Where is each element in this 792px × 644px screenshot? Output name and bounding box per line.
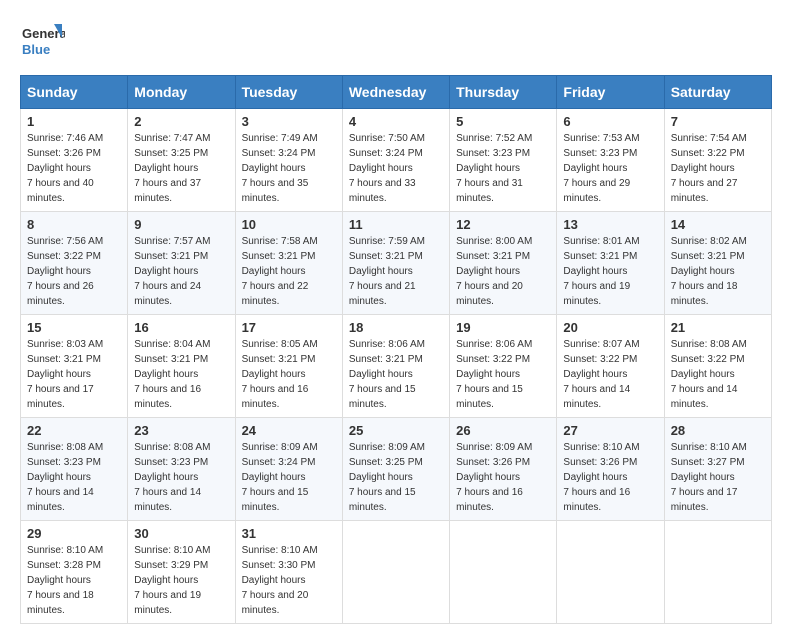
weekday-header-cell: Friday [557, 76, 664, 109]
calendar-day-cell: 30 Sunrise: 8:10 AM Sunset: 3:29 PM Dayl… [128, 521, 235, 624]
weekday-header-cell: Wednesday [342, 76, 449, 109]
calendar-day-cell: 18 Sunrise: 8:06 AM Sunset: 3:21 PM Dayl… [342, 315, 449, 418]
calendar-day-cell: 8 Sunrise: 7:56 AM Sunset: 3:22 PM Dayli… [21, 212, 128, 315]
calendar-week-row: 15 Sunrise: 8:03 AM Sunset: 3:21 PM Dayl… [21, 315, 772, 418]
calendar-day-cell [450, 521, 557, 624]
calendar-table: SundayMondayTuesdayWednesdayThursdayFrid… [20, 75, 772, 624]
calendar-day-cell: 24 Sunrise: 8:09 AM Sunset: 3:24 PM Dayl… [235, 418, 342, 521]
calendar-week-row: 8 Sunrise: 7:56 AM Sunset: 3:22 PM Dayli… [21, 212, 772, 315]
calendar-day-cell: 20 Sunrise: 8:07 AM Sunset: 3:22 PM Dayl… [557, 315, 664, 418]
calendar-day-cell: 5 Sunrise: 7:52 AM Sunset: 3:23 PM Dayli… [450, 109, 557, 212]
calendar-week-row: 29 Sunrise: 8:10 AM Sunset: 3:28 PM Dayl… [21, 521, 772, 624]
weekday-header-cell: Sunday [21, 76, 128, 109]
calendar-day-cell: 23 Sunrise: 8:08 AM Sunset: 3:23 PM Dayl… [128, 418, 235, 521]
logo: General Blue [20, 20, 65, 65]
calendar-day-cell: 4 Sunrise: 7:50 AM Sunset: 3:24 PM Dayli… [342, 109, 449, 212]
calendar-day-cell: 11 Sunrise: 7:59 AM Sunset: 3:21 PM Dayl… [342, 212, 449, 315]
calendar-day-cell: 12 Sunrise: 8:00 AM Sunset: 3:21 PM Dayl… [450, 212, 557, 315]
calendar-day-cell: 31 Sunrise: 8:10 AM Sunset: 3:30 PM Dayl… [235, 521, 342, 624]
svg-text:Blue: Blue [22, 42, 50, 57]
calendar-day-cell: 19 Sunrise: 8:06 AM Sunset: 3:22 PM Dayl… [450, 315, 557, 418]
calendar-day-cell: 6 Sunrise: 7:53 AM Sunset: 3:23 PM Dayli… [557, 109, 664, 212]
calendar-day-cell: 16 Sunrise: 8:04 AM Sunset: 3:21 PM Dayl… [128, 315, 235, 418]
calendar-day-cell: 27 Sunrise: 8:10 AM Sunset: 3:26 PM Dayl… [557, 418, 664, 521]
calendar-day-cell: 29 Sunrise: 8:10 AM Sunset: 3:28 PM Dayl… [21, 521, 128, 624]
calendar-day-cell: 21 Sunrise: 8:08 AM Sunset: 3:22 PM Dayl… [664, 315, 771, 418]
calendar-day-cell: 22 Sunrise: 8:08 AM Sunset: 3:23 PM Dayl… [21, 418, 128, 521]
weekday-header-cell: Thursday [450, 76, 557, 109]
weekday-header-cell: Monday [128, 76, 235, 109]
calendar-day-cell: 14 Sunrise: 8:02 AM Sunset: 3:21 PM Dayl… [664, 212, 771, 315]
calendar-day-cell: 2 Sunrise: 7:47 AM Sunset: 3:25 PM Dayli… [128, 109, 235, 212]
calendar-day-cell: 1 Sunrise: 7:46 AM Sunset: 3:26 PM Dayli… [21, 109, 128, 212]
weekday-header: SundayMondayTuesdayWednesdayThursdayFrid… [21, 76, 772, 109]
calendar-day-cell: 13 Sunrise: 8:01 AM Sunset: 3:21 PM Dayl… [557, 212, 664, 315]
calendar-day-cell: 15 Sunrise: 8:03 AM Sunset: 3:21 PM Dayl… [21, 315, 128, 418]
calendar-week-row: 22 Sunrise: 8:08 AM Sunset: 3:23 PM Dayl… [21, 418, 772, 521]
weekday-header-cell: Saturday [664, 76, 771, 109]
calendar-day-cell [557, 521, 664, 624]
calendar-week-row: 1 Sunrise: 7:46 AM Sunset: 3:26 PM Dayli… [21, 109, 772, 212]
calendar-day-cell: 7 Sunrise: 7:54 AM Sunset: 3:22 PM Dayli… [664, 109, 771, 212]
calendar-day-cell: 10 Sunrise: 7:58 AM Sunset: 3:21 PM Dayl… [235, 212, 342, 315]
calendar-day-cell: 25 Sunrise: 8:09 AM Sunset: 3:25 PM Dayl… [342, 418, 449, 521]
calendar-day-cell: 26 Sunrise: 8:09 AM Sunset: 3:26 PM Dayl… [450, 418, 557, 521]
weekday-header-cell: Tuesday [235, 76, 342, 109]
calendar-body: 1 Sunrise: 7:46 AM Sunset: 3:26 PM Dayli… [21, 109, 772, 624]
page-header: General Blue [20, 20, 772, 65]
calendar-day-cell: 28 Sunrise: 8:10 AM Sunset: 3:27 PM Dayl… [664, 418, 771, 521]
calendar-day-cell: 3 Sunrise: 7:49 AM Sunset: 3:24 PM Dayli… [235, 109, 342, 212]
calendar-day-cell [664, 521, 771, 624]
calendar-day-cell: 9 Sunrise: 7:57 AM Sunset: 3:21 PM Dayli… [128, 212, 235, 315]
calendar-day-cell: 17 Sunrise: 8:05 AM Sunset: 3:21 PM Dayl… [235, 315, 342, 418]
calendar-day-cell [342, 521, 449, 624]
logo-svg: General Blue [20, 20, 65, 65]
